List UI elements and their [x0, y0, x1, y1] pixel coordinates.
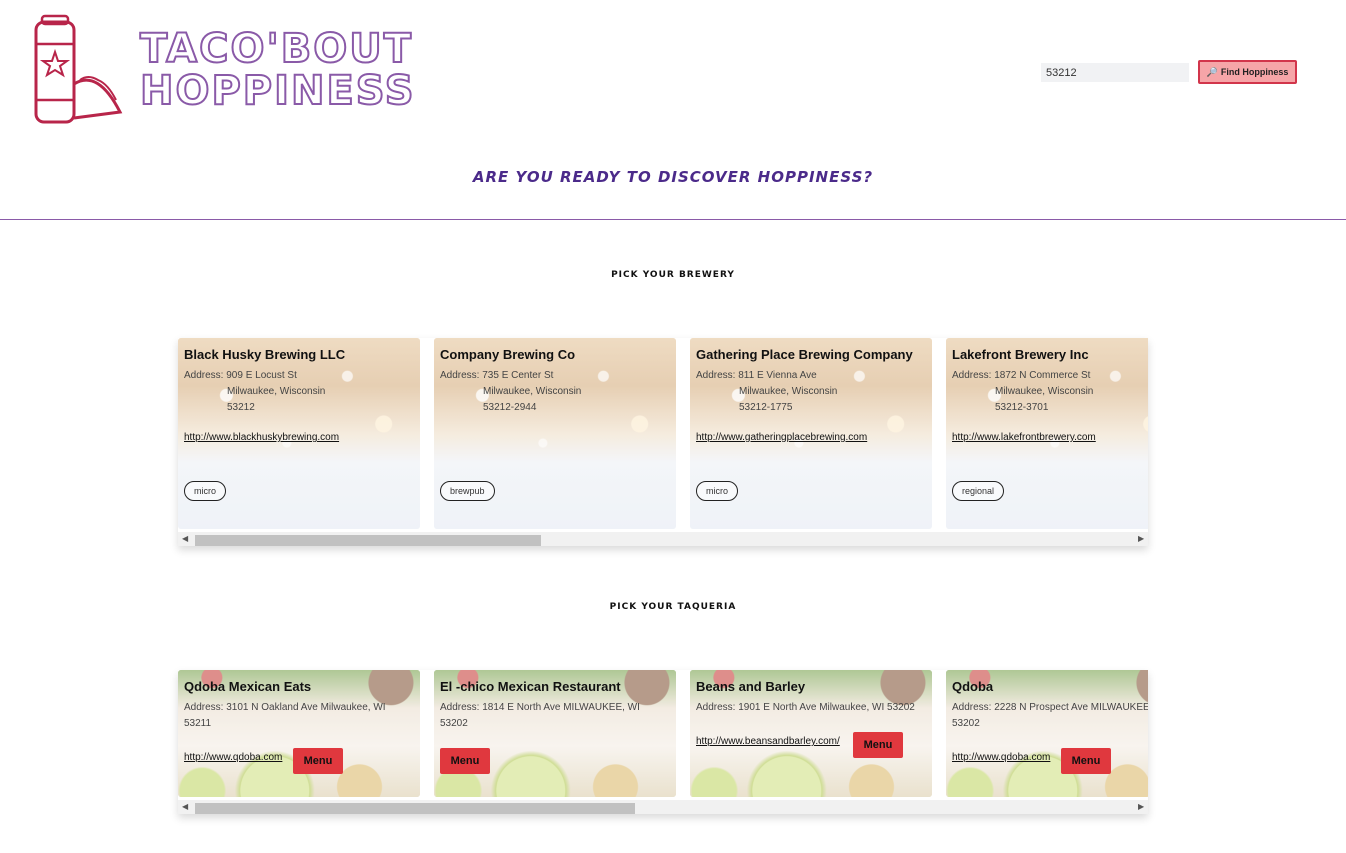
taqueria-name: Beans and Barley	[696, 679, 806, 694]
address-line: Address: 909 E Locust St	[184, 370, 297, 381]
brewery-name: Gathering Place Brewing Company	[696, 347, 913, 362]
brewery-carousel[interactable]: Black Husky Brewing LLC Address: 909 E L…	[178, 338, 1148, 546]
taqueria-scrollbar[interactable]: ◀ ▶	[178, 800, 1148, 814]
brewery-address: Address: 909 E Locust St Milwaukee, Wisc…	[184, 368, 414, 416]
find-button-label: Find Hoppiness	[1220, 67, 1289, 77]
site-logo[interactable]: TACO'BOUT HOPPINESS	[28, 14, 415, 130]
brewery-name: Black Husky Brewing LLC	[184, 347, 346, 362]
brewery-scrollbar[interactable]: ◀ ▶	[178, 532, 1148, 546]
magnifier-icon: 🔎	[1206, 66, 1218, 77]
address-line: Address: 2228 N Prospect Ave MILWAUKEE, …	[952, 702, 1148, 713]
brewery-card[interactable]: Gathering Place Brewing Company Address:…	[690, 338, 932, 529]
brewery-website-link[interactable]: http://www.gatheringplacebrewing.com	[696, 432, 867, 443]
taqueria-address: Address: 1814 E North Ave MILWAUKEE, WI …	[440, 700, 670, 732]
address-line: Address: 1872 N Commerce St	[952, 370, 1091, 381]
logo-wordmark: TACO'BOUT HOPPINESS	[139, 26, 416, 114]
brewery-track: Black Husky Brewing LLC Address: 909 E L…	[178, 338, 1148, 546]
address-line: Milwaukee, Wisconsin	[227, 386, 326, 397]
brewery-card[interactable]: Lakefront Brewery Inc Address: 1872 N Co…	[946, 338, 1148, 529]
brewery-name: Company Brewing Co	[440, 347, 576, 362]
brewery-address: Address: 1872 N Commerce St Milwaukee, W…	[952, 368, 1148, 416]
taqueria-card[interactable]: Qdoba Address: 2228 N Prospect Ave MILWA…	[946, 670, 1148, 797]
taqueria-address: Address: 2228 N Prospect Ave MILWAUKEE, …	[952, 700, 1148, 732]
scroll-left-arrow-icon[interactable]: ◀	[182, 535, 190, 543]
logo-line-1: TACO'BOUT	[139, 26, 413, 72]
address-line: Address: 1814 E North Ave MILWAUKEE, WI	[440, 702, 640, 713]
address-line: 53212-1775	[739, 402, 793, 413]
menu-button[interactable]: Menu	[440, 748, 490, 774]
address-line: Milwaukee, Wisconsin	[995, 386, 1094, 397]
address-line: 53202	[440, 718, 468, 729]
taqueria-address: Address: 1901 E North Ave Milwaukee, WI …	[696, 700, 926, 716]
address-line: 53212-2944	[483, 402, 537, 413]
address-line: 53212-3701	[995, 402, 1049, 413]
taqueria-section-title: PICK YOUR TAQUERIA	[609, 602, 737, 612]
scroll-right-arrow-icon[interactable]: ▶	[1138, 803, 1146, 811]
taqueria-name: El -chico Mexican Restaurant	[440, 679, 621, 694]
brewery-type-badge: brewpub	[440, 481, 495, 501]
zip-search-input[interactable]	[1041, 63, 1189, 82]
brewery-type-badge: regional	[952, 481, 1005, 501]
address-line: Address: 1901 E North Ave Milwaukee, WI …	[696, 702, 915, 713]
taqueria-name: Qdoba	[952, 679, 994, 694]
address-line: Address: 3101 N Oakland Ave Milwaukee, W…	[184, 702, 386, 713]
brewery-website-link[interactable]: http://www.lakefrontbrewery.com	[952, 432, 1096, 443]
brewery-card[interactable]: Black Husky Brewing LLC Address: 909 E L…	[178, 338, 420, 529]
menu-button[interactable]: Menu	[293, 748, 343, 774]
brewery-type-badge: micro	[184, 481, 226, 501]
taqueria-carousel[interactable]: Qdoba Mexican Eats Address: 3101 N Oakla…	[178, 670, 1148, 814]
taqueria-website-link[interactable]: http://www.qdoba.com	[184, 752, 282, 763]
address-line: Address: 735 E Center St	[440, 370, 554, 381]
taqueria-scroll-thumb[interactable]	[195, 803, 635, 814]
taqueria-card[interactable]: Beans and Barley Address: 1901 E North A…	[690, 670, 932, 797]
address-line: Milwaukee, Wisconsin	[483, 386, 582, 397]
taqueria-card[interactable]: El -chico Mexican Restaurant Address: 18…	[434, 670, 676, 797]
brewery-section-title: PICK YOUR BREWERY	[611, 270, 735, 280]
taqueria-website-link[interactable]: http://www.beansandbarley.com/	[696, 736, 840, 747]
scroll-right-arrow-icon[interactable]: ▶	[1138, 535, 1146, 543]
address-line: Milwaukee, Wisconsin	[739, 386, 838, 397]
address-line: Address: 811 E Vienna Ave	[696, 370, 817, 381]
taqueria-track: Qdoba Mexican Eats Address: 3101 N Oakla…	[178, 670, 1148, 814]
address-line: 53202	[952, 718, 980, 729]
taqueria-name: Qdoba Mexican Eats	[184, 679, 312, 694]
find-hoppiness-button[interactable]: 🔎 Find Hoppiness	[1198, 60, 1297, 84]
brewery-website-link[interactable]: http://www.blackhuskybrewing.com	[184, 432, 339, 443]
brewery-type-badge: micro	[696, 481, 738, 501]
taqueria-website-link[interactable]: http://www.qdoba.com	[952, 752, 1050, 763]
menu-button[interactable]: Menu	[853, 732, 903, 758]
brewery-name: Lakefront Brewery Inc	[952, 347, 1089, 362]
brewery-address: Address: 735 E Center St Milwaukee, Wisc…	[440, 368, 670, 416]
scroll-left-arrow-icon[interactable]: ◀	[182, 803, 190, 811]
address-line: 53212	[227, 402, 255, 413]
brewery-card[interactable]: Company Brewing Co Address: 735 E Center…	[434, 338, 676, 529]
page-tagline: ARE YOU READY TO DISCOVER HOPPINESS?	[472, 168, 874, 186]
taqueria-card[interactable]: Qdoba Mexican Eats Address: 3101 N Oakla…	[178, 670, 420, 797]
brewery-scroll-thumb[interactable]	[195, 535, 541, 546]
taqueria-address: Address: 3101 N Oakland Ave Milwaukee, W…	[184, 700, 414, 732]
menu-button[interactable]: Menu	[1061, 748, 1111, 774]
address-line: 53211	[184, 718, 212, 729]
beer-can-taco-icon	[34, 14, 123, 124]
header-divider	[0, 219, 1346, 220]
logo-line-2: HOPPINESS	[139, 68, 416, 114]
brewery-address: Address: 811 E Vienna Ave Milwaukee, Wis…	[696, 368, 926, 416]
